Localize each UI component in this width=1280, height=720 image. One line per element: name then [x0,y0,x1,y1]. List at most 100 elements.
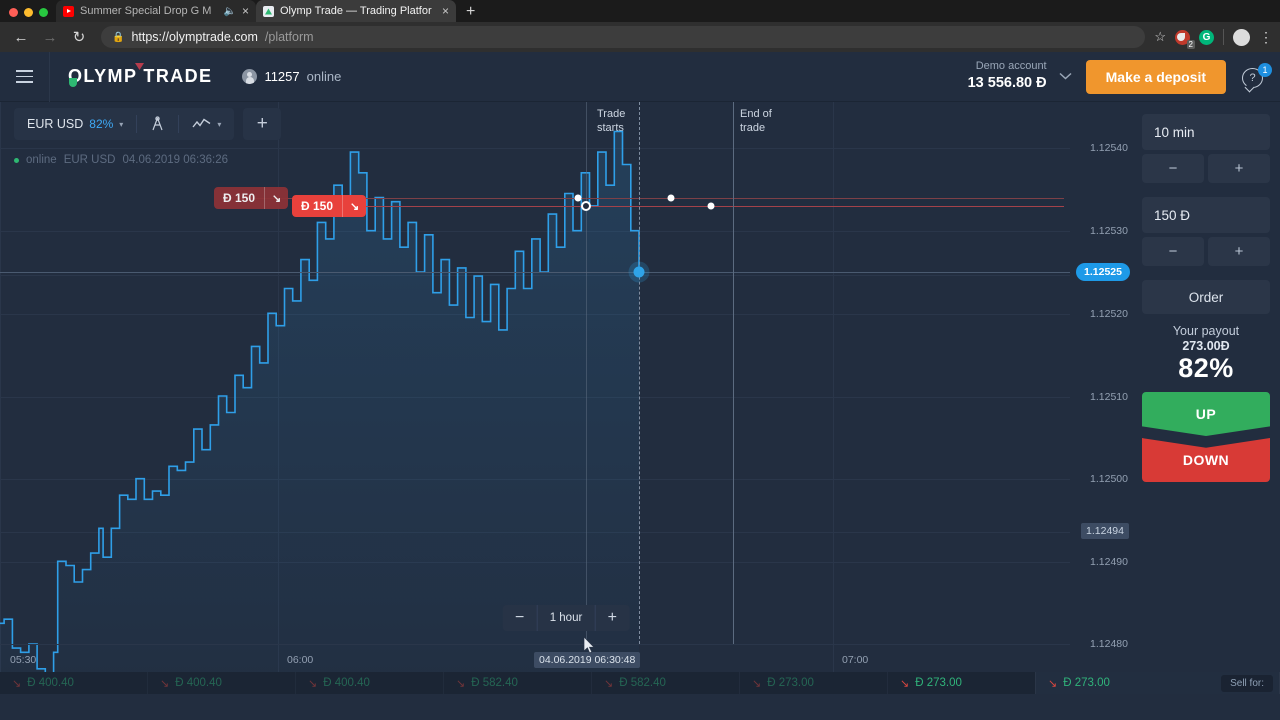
timeframe-decrease-button[interactable]: − [503,605,537,631]
current-price-label: 1.12525 [1076,263,1130,281]
cursor-price-label: 1.12494 [1081,523,1129,539]
support-badge: 1 [1258,62,1272,77]
trading-panel: 10 min − + 150 Đ − + Order Your payout 2… [1132,102,1280,672]
chevron-down-icon: ▾ [119,119,124,129]
ticker-trade-card[interactable]: ↘ Đ 273.00 Sell for: [1036,672,1280,694]
browser-url-bar: ← → ↻ 🔒 https://olymptrade.com/platform … [0,22,1280,52]
payout-percent: 82% [1178,353,1234,383]
ticker-trade-amount: Đ 400.40 [27,677,74,689]
youtube-icon [63,5,74,17]
browser-tab-title: Summer Special Drop G M [80,5,212,17]
timeframe-value: 1 hour [536,605,596,631]
duration-field[interactable]: 10 min [1142,114,1270,150]
star-icon[interactable]: ☆ [1154,29,1166,45]
ticker-trade-card[interactable]: ↘ Đ 582.40 [592,672,740,694]
ticker-trade-card[interactable]: ↘ Đ 273.00 [740,672,888,694]
trade-entry-dot [574,194,582,202]
trade-open-line [586,102,587,644]
window-traffic-lights [0,8,56,22]
up-button[interactable]: UP [1142,392,1270,437]
reload-button[interactable]: ↻ [66,24,92,50]
minimize-window-button[interactable] [24,8,33,17]
cursor-time-label: 04.06.2019 06:30:48 [534,652,641,668]
price-tick: 1.12510 [1090,391,1128,403]
amount-decrease-button[interactable]: − [1142,237,1204,266]
ticker-trade-card[interactable]: ↘ Đ 400.40 [296,672,444,694]
close-window-button[interactable] [9,8,18,17]
support-chat-button[interactable]: ? 1 [1242,62,1272,90]
make-a-deposit-button[interactable]: Make a deposit [1085,59,1226,94]
ticker-trade-card[interactable]: ↘ Đ 273.00 [888,672,1036,694]
drawing-tools-icon [152,116,163,131]
payout-block: Your payout 273.00Đ 82% [1142,324,1270,384]
time-axis: 05:30 06:00 04.06.2019 06:30:48 07:00 [0,644,1070,672]
ticker-trade-card[interactable]: ↘ Đ 582.40 [444,672,592,694]
arrow-down-right-icon: ↘ [1048,677,1058,690]
address-bar[interactable]: 🔒 https://olymptrade.com/platform [101,26,1146,48]
asset-name: EUR USD [27,117,84,131]
status-dot-icon [14,157,19,163]
maximize-window-button[interactable] [39,8,48,17]
drawing-tools-button[interactable] [137,108,178,140]
profile-avatar[interactable] [1233,28,1250,46]
forward-button[interactable]: → [37,24,63,50]
ticker-trade-card[interactable]: ↘ Đ 400.40 [148,672,296,694]
price-tick: 1.12520 [1090,308,1128,320]
line-chart-icon [192,118,211,128]
time-tick: 06:00 [287,654,314,666]
chart-status-asset: EUR USD [63,154,116,166]
duration-decrease-button[interactable]: − [1142,154,1204,183]
trade-level-line-bright [292,206,1064,207]
trade-badge-dim[interactable]: Đ 150 ↘ [214,187,289,209]
browser-tab-olymptrade[interactable]: Olymp Trade — Trading Platfor × [256,0,456,22]
current-price-dot [633,266,645,278]
arrow-down-right-icon: ↘ [900,677,910,690]
trade-badge-bright[interactable]: Đ 150 ↘ [292,195,367,217]
arrow-down-right-icon: ↘ [604,677,614,690]
hamburger-icon[interactable] [0,51,50,102]
new-tab-button[interactable]: + [456,4,485,22]
chevron-down-icon: ▾ [217,119,222,129]
divider [1223,29,1224,45]
down-button[interactable]: DOWN [1142,438,1270,483]
ticker-trade-card[interactable]: ↘ Đ 400.40 [0,672,148,694]
grammarly-extension-icon[interactable]: G [1199,29,1214,45]
speaker-icon[interactable]: 🔈 [224,6,236,17]
app-header: OLYMP TRADE 11257 online Demo account 13… [0,51,1280,102]
amount-increase-button[interactable]: + [1208,237,1270,266]
close-icon[interactable]: × [242,5,249,17]
amount-field[interactable]: 150 Đ [1142,197,1270,233]
pocket-extension-icon[interactable]: 2 [1175,29,1195,49]
payout-label: Your payout [1172,324,1240,338]
account-balance: 13 556.80 Đ [967,75,1047,92]
price-tick: 1.12490 [1090,556,1128,568]
price-axis: 1.12540 1.12530 1.12525 1.12520 1.12510 … [1070,102,1132,672]
price-tick: 1.12540 [1090,142,1128,154]
ticker-trade-amount: Đ 582.40 [471,677,518,689]
time-tick: 05:30 [10,654,37,666]
account-type-label: Demo account [975,60,1047,73]
price-chart[interactable]: Đ 150 ↘ Đ 150 ↘ Trade starts End of trad… [0,102,1132,672]
chart-type-button[interactable]: ▾ [179,108,234,140]
order-button[interactable]: Order [1142,280,1270,314]
asset-selector[interactable]: EUR USD 82% ▾ [14,108,136,140]
close-icon[interactable]: × [442,5,449,17]
logo-text: OLYMP TRADE [68,66,213,86]
timeframe-increase-button[interactable]: + [595,605,629,631]
payout-amount: 273.00Đ [1182,339,1230,353]
duration-increase-button[interactable]: + [1208,154,1270,183]
back-button[interactable]: ← [8,24,34,50]
chevron-down-icon[interactable] [1059,71,1072,83]
ticker-trade-amount: Đ 273.00 [1063,677,1110,689]
account-selector[interactable]: Demo account 13 556.80 Đ [968,59,1086,93]
asset-payout-percent: 82% [89,117,114,131]
price-tick: 1.12480 [1090,638,1128,650]
add-indicator-button[interactable]: + [243,108,282,140]
sell-for-button[interactable]: Sell for: [1221,675,1273,692]
online-users-indicator: 11257 online [242,69,341,84]
browser-tab-youtube[interactable]: Summer Special Drop G M 🔈 × [56,0,256,22]
ticker-trade-amount: Đ 400.40 [175,677,222,689]
user-icon [242,69,258,84]
lock-icon: 🔒 [112,31,125,43]
kebab-menu-icon[interactable]: ⋮ [1259,30,1273,44]
